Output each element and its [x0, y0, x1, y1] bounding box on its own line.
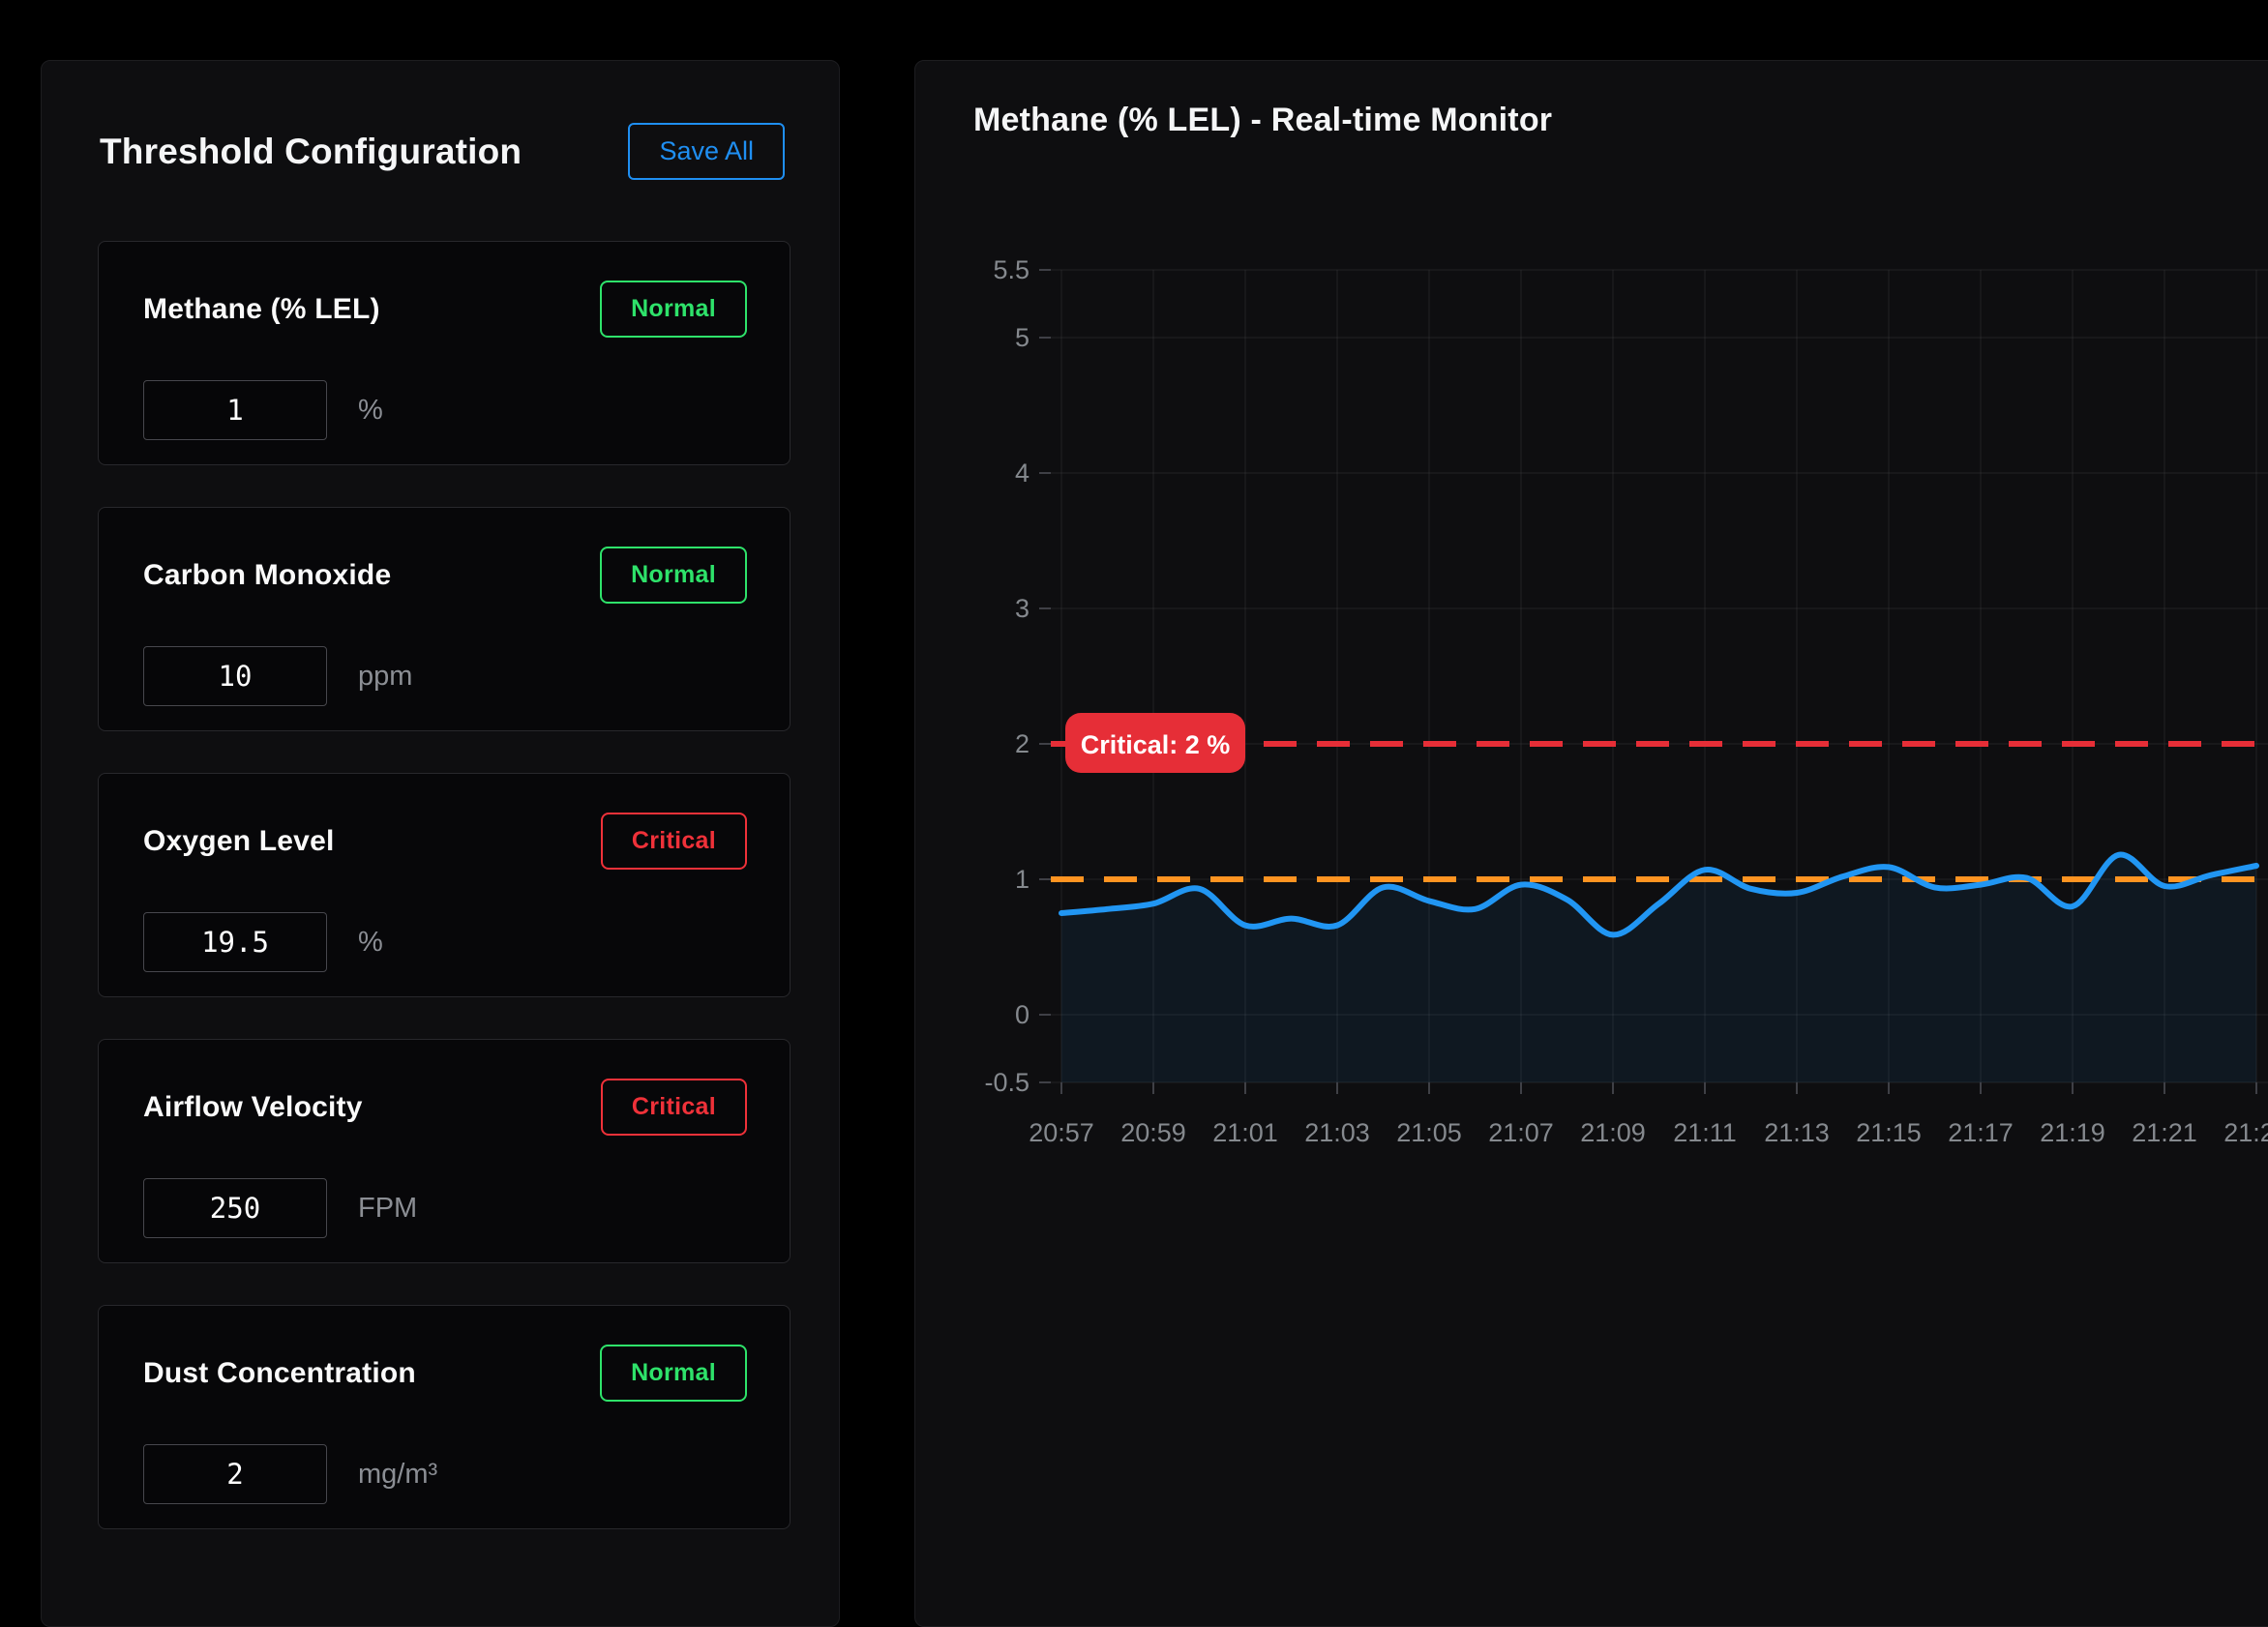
x-axis-tick-label: 21:19 [2040, 1118, 2105, 1147]
sensor-name: Carbon Monoxide [143, 559, 391, 592]
y-axis-tick-label: 3 [1015, 594, 1030, 623]
sensor-name: Oxygen Level [143, 825, 335, 858]
critical-threshold-label: Critical: 2 % [1065, 713, 1245, 773]
status-badge: Critical [601, 1079, 747, 1136]
methane-line-chart: 5.5 5 4 3 2 1 0 -0.5 20:57 20:59 21:01 21:03 21:05 21… [915, 61, 2268, 1512]
threshold-card: Airflow Velocity Critical FPM [98, 1039, 791, 1263]
threshold-panel-title: Threshold Configuration [100, 132, 522, 172]
threshold-value-input[interactable] [143, 1444, 327, 1504]
x-axis-tick-label: 21:15 [1856, 1118, 1922, 1147]
status-badge: Critical [601, 813, 747, 870]
x-axis-tick-label: 21:13 [1764, 1118, 1830, 1147]
realtime-monitor-panel: Methane (% LEL) - Real-time Monitor 5.55… [914, 60, 2268, 1627]
threshold-configuration-panel: Threshold Configuration Save All Methane… [41, 60, 840, 1627]
unit-label: FPM [358, 1193, 417, 1225]
unit-label: % [358, 395, 383, 427]
x-axis-tick-label: 20:59 [1120, 1118, 1186, 1147]
x-axis-tick-label: 20:57 [1029, 1118, 1094, 1147]
x-axis-tick-label: 21:07 [1488, 1118, 1554, 1147]
x-axis-tick-label: 21:21 [2132, 1118, 2197, 1147]
sensor-name: Dust Concentration [143, 1357, 416, 1390]
x-axis-tick-label: 21:11 [1673, 1118, 1737, 1147]
x-axis-tick-label: 21:03 [1304, 1118, 1370, 1147]
threshold-value-input[interactable] [143, 912, 327, 972]
threshold-value-input[interactable] [143, 380, 327, 440]
status-badge: Normal [600, 1345, 747, 1402]
x-axis-tick-label: 21:05 [1396, 1118, 1462, 1147]
unit-label: ppm [358, 661, 412, 693]
x-axis-tick-label: 21:17 [1948, 1118, 2014, 1147]
unit-label: % [358, 927, 383, 959]
y-axis-tick-label: 1 [1015, 865, 1030, 894]
status-badge: Normal [600, 281, 747, 338]
threshold-panel-header: Threshold Configuration Save All [42, 61, 839, 180]
x-axis-tick-labels: 20:57 20:59 21:01 21:03 21:05 21:07 21:09 21:11… [1029, 1118, 2268, 1147]
x-axis-tick-label: 21:23 [2223, 1118, 2268, 1147]
status-badge: Normal [600, 547, 747, 604]
y-axis-tick-label: 2 [1015, 729, 1030, 758]
y-axis-tick-label: 0 [1015, 1000, 1030, 1029]
mine-safety-dashboard: { "threshold_panel": { "title": "Thresho… [0, 0, 2268, 1583]
threshold-value-input[interactable] [143, 646, 327, 706]
x-axis-tick-label: 21:09 [1580, 1118, 1646, 1147]
y-axis-tick-label: 5.5 [993, 255, 1030, 284]
sensor-name: Airflow Velocity [143, 1091, 363, 1124]
y-axis-tick-label: -0.5 [984, 1068, 1030, 1097]
threshold-card: Oxygen Level Critical % [98, 773, 791, 997]
sensor-name: Methane (% LEL) [143, 293, 380, 326]
threshold-cards-list: Methane (% LEL) Normal % Carbon Monoxide… [98, 241, 791, 1571]
x-axis-tick-label: 21:01 [1212, 1118, 1278, 1147]
unit-label: mg/m³ [358, 1459, 437, 1491]
y-axis-tick-label: 5 [1015, 323, 1030, 352]
threshold-value-input[interactable] [143, 1178, 327, 1238]
threshold-card: Carbon Monoxide Normal ppm [98, 507, 791, 731]
save-all-button[interactable]: Save All [628, 123, 785, 180]
y-axis-tick-labels: 5.5 5 4 3 2 1 0 -0.5 [984, 255, 1030, 1097]
threshold-card: Dust Concentration Normal mg/m³ [98, 1305, 791, 1529]
threshold-card: Methane (% LEL) Normal % [98, 241, 791, 465]
y-axis-tick-label: 4 [1015, 459, 1030, 488]
critical-threshold-label-text: Critical: 2 % [1081, 730, 1231, 759]
methane-series-area [1061, 855, 2256, 1082]
